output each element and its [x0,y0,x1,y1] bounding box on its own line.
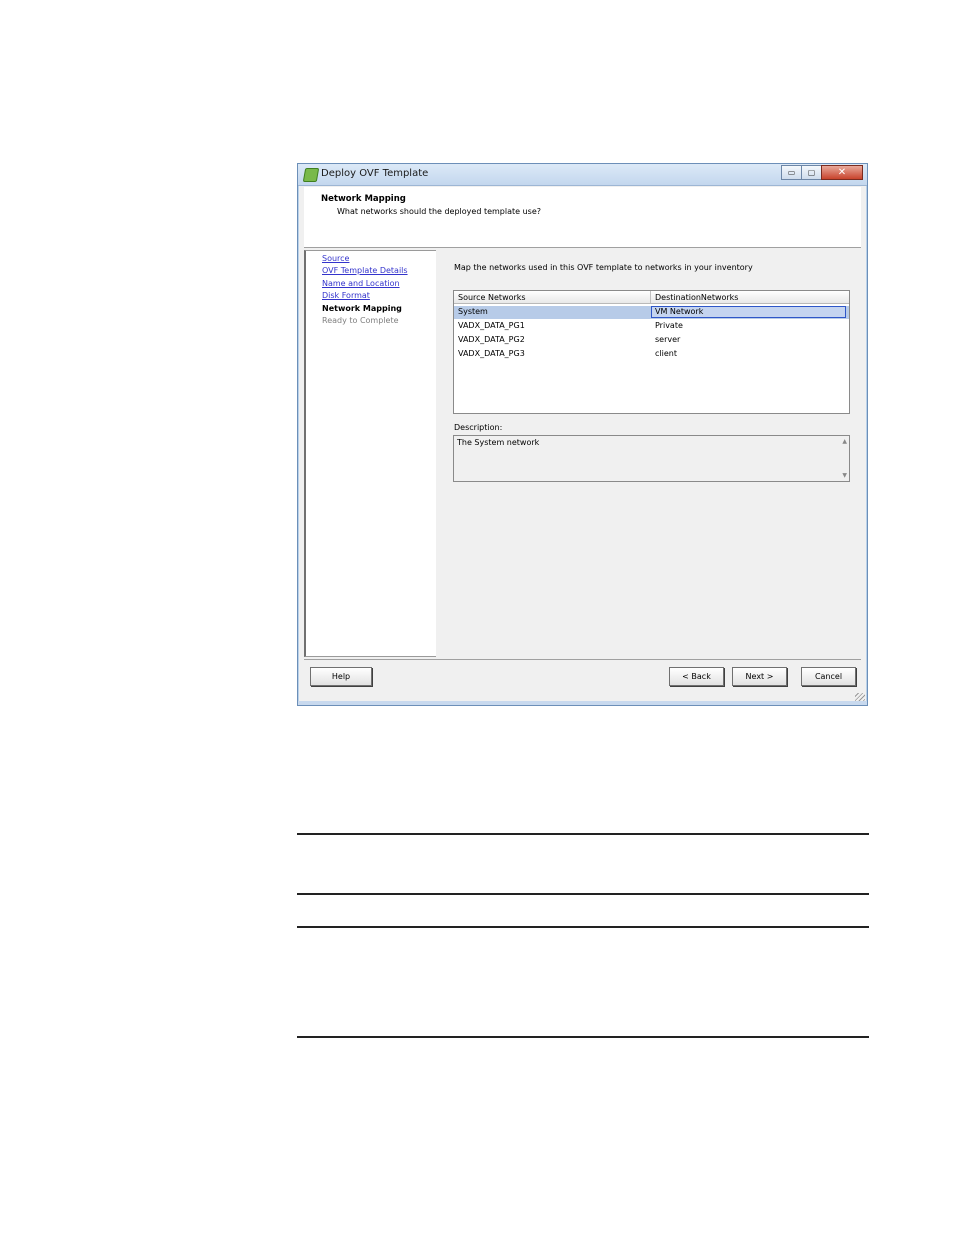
source-network-cell: VADX_DATA_PG2 [458,335,525,344]
column-divider[interactable] [650,291,651,303]
sidebar-item-source[interactable]: Source [322,254,349,263]
source-network-cell: System [458,307,488,316]
table-row[interactable]: VADX_DATA_PG3 client [454,348,849,361]
sidebar-item-ovf-template-details[interactable]: OVF Template Details [322,266,408,275]
source-network-cell: VADX_DATA_PG1 [458,321,525,330]
next-button[interactable]: Next > [732,667,787,686]
description-box[interactable]: The System network ▲ ▼ [453,435,850,482]
divider-rule [297,893,869,895]
help-button[interactable]: Help [310,667,372,686]
scroll-up-icon[interactable]: ▲ [842,438,847,445]
destination-network-dropdown[interactable]: VM Network [651,306,846,318]
destination-network-cell[interactable]: Private [655,321,683,330]
column-header-destination-networks[interactable]: DestinationNetworks [655,293,738,302]
divider-rule [297,1036,869,1038]
footer-divider [304,659,861,660]
description-label: Description: [454,423,503,432]
instruction-text: Map the networks used in this OVF templa… [454,263,753,272]
step-subtitle: What networks should the deployed templa… [337,207,542,216]
table-row[interactable]: VADX_DATA_PG1 Private [454,320,849,333]
scroll-down-icon[interactable]: ▼ [842,472,847,479]
description-text: The System network [457,438,540,447]
destination-network-cell[interactable]: client [655,349,677,358]
destination-network-cell[interactable]: server [655,335,680,344]
sidebar-item-network-mapping: Network Mapping [322,304,402,313]
window-title: Deploy OVF Template [321,168,429,179]
sidebar-item-name-and-location[interactable]: Name and Location [322,279,400,288]
column-header-source-networks[interactable]: Source Networks [458,293,526,302]
vsphere-app-icon [302,168,320,182]
close-icon[interactable]: ✕ [821,165,863,180]
wizard-header: Network Mapping What networks should the… [304,187,861,248]
deploy-ovf-window: Deploy OVF Template ▭ ▢ ✕ Network Mappin… [297,163,868,706]
divider-rule [297,926,869,928]
table-header: Source Networks DestinationNetworks [454,291,849,304]
step-title: Network Mapping [321,194,406,204]
back-button[interactable]: < Back [669,667,724,686]
divider-rule [297,833,869,835]
restore-icon[interactable]: ▢ [801,165,822,180]
table-row[interactable]: System VM Network [454,306,849,319]
sidebar-item-ready-to-complete: Ready to Complete [322,316,399,325]
source-network-cell: VADX_DATA_PG3 [458,349,525,358]
window-bottom-edge [298,701,867,705]
cancel-button[interactable]: Cancel [801,667,856,686]
network-mapping-table: Source Networks DestinationNetworks Syst… [453,290,850,414]
minimize-icon[interactable]: ▭ [781,165,802,180]
table-row[interactable]: VADX_DATA_PG2 server [454,334,849,347]
title-bar[interactable]: Deploy OVF Template ▭ ▢ ✕ [298,164,867,186]
sidebar-item-disk-format[interactable]: Disk Format [322,291,370,300]
main-panel: Map the networks used in this OVF templa… [436,250,861,657]
destination-network-cell: VM Network [655,307,704,316]
window-controls: ▭ ▢ ✕ [781,165,863,180]
wizard-steps-sidebar: Source OVF Template Details Name and Loc… [304,250,436,657]
